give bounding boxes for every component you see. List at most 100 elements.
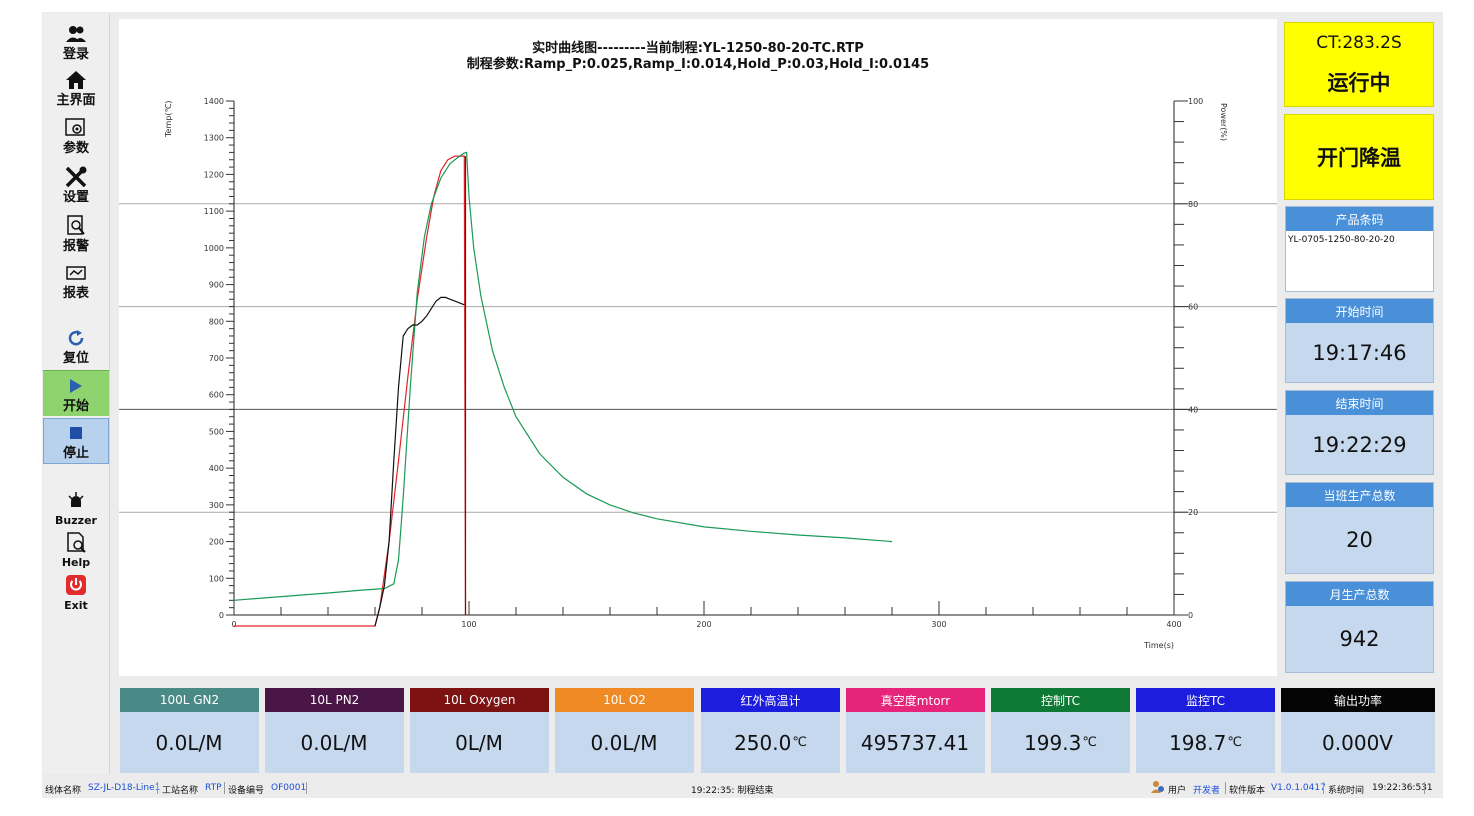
product-code-box: 产品条码 YL-0705-1250-80-20-20 [1285, 206, 1434, 292]
sidebar-item-label: 参数 [62, 141, 89, 156]
sidebar-item-parameters[interactable]: 参数 [43, 114, 109, 158]
gauge-number: 0.0L/M [155, 730, 223, 755]
gauge-label: 监控TC [1136, 688, 1275, 712]
divider [157, 782, 158, 794]
sidebar-item-label: 开始 [62, 398, 89, 414]
buzzer-button[interactable]: Buzzer [43, 488, 109, 528]
chart-plot: 0100200300400500600700800900100011001200… [119, 97, 1277, 650]
start-time-box: 开始时间 19:17:46 [1285, 298, 1434, 383]
series-line [234, 155, 467, 627]
product-code-value[interactable]: YL-0705-1250-80-20-20 [1286, 231, 1433, 291]
device-id-label: 设备编号 [228, 786, 265, 796]
gauge-label: 红外高温计 [701, 688, 840, 712]
stop-button[interactable]: 停止 [43, 418, 109, 464]
help-button[interactable]: Help [43, 530, 109, 570]
divider [306, 782, 307, 794]
shift-total-box: 当班生产总数 20 [1285, 482, 1434, 574]
sidebar-item-label: 登录 [62, 47, 89, 62]
sidebar-item-login[interactable]: 登录 [43, 20, 109, 64]
y2-tick-label: 100 [1188, 97, 1203, 106]
power-icon [64, 573, 88, 597]
sidebar-item-label: Exit [64, 599, 88, 612]
run-status: 运行中 [1327, 69, 1391, 95]
y-tick-label: 1100 [204, 207, 224, 216]
sidebar-item-reset[interactable]: 复位 [43, 324, 109, 368]
gauge-o2: 10L O2 0.0L/M [555, 688, 694, 773]
status-bar: 线体名称 SZ-JL-D18-Line1 工站名称 RTP 设备编号 OF000… [43, 780, 1443, 796]
gauge-pn2: 10L PN2 0.0L/M [265, 688, 404, 773]
gauge-vacuum: 真空度mtorr 495737.41 [846, 688, 985, 773]
divider [1323, 782, 1324, 794]
realtime-chart: 实时曲线图---------当前制程:YL-1250-80-20-TC.RTP … [119, 19, 1277, 676]
user-label: 用户 [1168, 786, 1187, 796]
door-status-panel: 开门降温 [1284, 114, 1434, 200]
tools-icon [64, 165, 88, 189]
start-time-label: 开始时间 [1286, 299, 1433, 323]
start-time-value: 19:17:46 [1312, 340, 1407, 365]
divider [1424, 782, 1425, 794]
sidebar-item-label: Buzzer [55, 514, 97, 527]
gauge-value: 199.3 ℃ [991, 712, 1130, 773]
y2-tick-label: 80 [1188, 200, 1198, 209]
door-status: 开门降温 [1317, 145, 1401, 170]
sidebar-item-label: Help [61, 556, 91, 569]
right-panel: CT:283.2S 运行中 开门降温 产品条码 YL-0705-1250-80-… [1282, 19, 1437, 674]
gauge-number: 198.7 [1169, 730, 1227, 755]
x-axis-label: Time(s) [1143, 641, 1174, 650]
help-icon [64, 530, 88, 554]
y2-axis-label: Power(%) [1219, 103, 1228, 141]
y-axis-label: Temp(℃) [164, 100, 173, 138]
series-line [374, 296, 465, 627]
gauge-number: 0.000V [1322, 730, 1393, 755]
end-time-value: 19:22:29 [1312, 432, 1407, 457]
chart-title-line2: 制程参数:Ramp_P:0.025,Ramp_I:0.014,Hold_P:0.… [467, 56, 929, 72]
x-tick-label: 200 [696, 620, 711, 629]
gauge-label: 10L PN2 [265, 688, 404, 712]
device-id-value: OF0001 [271, 783, 307, 793]
station-name-label: 工站名称 [162, 786, 199, 796]
sidebar-item-label: 停止 [62, 446, 89, 461]
chart-title-line1: 实时曲线图---------当前制程:YL-1250-80-20-TC.RTP [532, 40, 864, 56]
home-icon [64, 68, 88, 92]
y2-tick-label: 0 [1188, 611, 1193, 620]
gauge-value: 0.0L/M [120, 712, 259, 773]
gauge-value: 0L/M [410, 712, 549, 773]
month-total-label: 月生产总数 [1286, 582, 1433, 606]
x-tick-label: 300 [931, 620, 946, 629]
series-line [233, 151, 893, 601]
end-time-box: 结束时间 19:22:29 [1285, 390, 1434, 475]
sidebar-item-settings[interactable]: 设置 [43, 162, 109, 208]
gauge-value: 0.0L/M [555, 712, 694, 773]
x-tick-label: 100 [461, 620, 476, 629]
y-tick-label: 1000 [204, 244, 224, 253]
y-tick-label: 800 [209, 317, 224, 326]
gauge-label: 10L O2 [555, 688, 694, 712]
divider [1225, 782, 1226, 794]
exit-button[interactable]: Exit [43, 572, 109, 614]
sidebar: 登录 主界面 参数 设置 报警 报表 复位 开始 停止 Buzzer Help … [43, 14, 110, 774]
cycle-time: CT:283.2S [1316, 32, 1402, 53]
sidebar-item-label: 设置 [62, 190, 89, 205]
gauge-number: 0.0L/M [590, 730, 658, 755]
y2-tick-label: 20 [1188, 508, 1198, 517]
month-total-value: 942 [1339, 627, 1380, 651]
gauge-number: 0.0L/M [300, 730, 368, 755]
play-icon [64, 374, 88, 398]
gauge-label: 控制TC [991, 688, 1130, 712]
sidebar-item-alarm[interactable]: 报警 [43, 212, 109, 256]
sidebar-item-report[interactable]: 报表 [43, 260, 109, 302]
x-tick-label: 0 [231, 620, 236, 629]
y-tick-label: 100 [209, 574, 224, 583]
sidebar-item-home[interactable]: 主界面 [43, 66, 109, 110]
users-icon [64, 22, 88, 46]
gauge-control-tc: 控制TC 199.3 ℃ [991, 688, 1130, 773]
gauge-value: 198.7 ℃ [1136, 712, 1275, 773]
start-button[interactable]: 开始 [43, 370, 109, 416]
y-tick-label: 600 [209, 391, 224, 400]
shift-total-label: 当班生产总数 [1286, 483, 1433, 507]
gauge-label: 真空度mtorr [846, 688, 985, 712]
y2-tick-label: 40 [1188, 405, 1198, 414]
gauge-label: 10L Oxygen [410, 688, 549, 712]
y-tick-label: 200 [209, 538, 224, 547]
buzzer-icon [64, 488, 88, 512]
